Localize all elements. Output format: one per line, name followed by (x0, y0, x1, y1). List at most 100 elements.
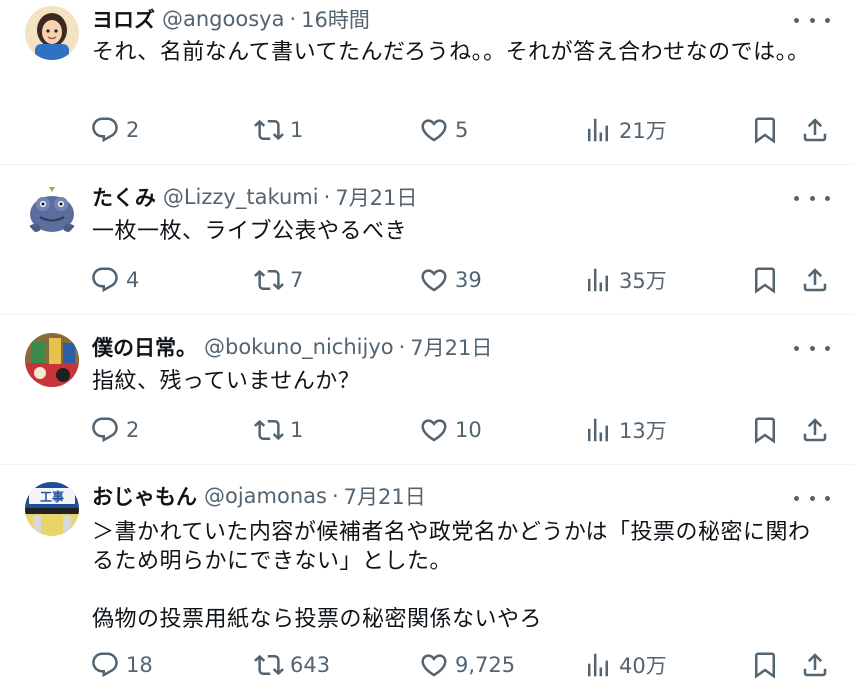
share-icon (803, 418, 827, 442)
user-handle[interactable]: @Lizzy_takumi (163, 185, 319, 209)
avatar[interactable] (25, 6, 79, 60)
like-count: 39 (455, 268, 482, 292)
action-bar: 18 643 9,725 40万 (90, 650, 830, 680)
bookmark-icon (755, 417, 775, 444)
tweet[interactable]: 工事 おじゃもん @ojamonas · 7月21日 ＞書かれていた内容が候補者… (0, 465, 854, 696)
share-button[interactable] (800, 115, 830, 145)
reply-icon (92, 417, 118, 443)
tweet-text: 一枚一枚、ライブ公表やるべき (92, 219, 408, 244)
bookmark-button[interactable] (750, 115, 780, 145)
reply-count: 18 (126, 653, 153, 677)
avatar[interactable] (25, 184, 79, 238)
retweet-icon (254, 419, 284, 441)
more-icon[interactable] (794, 487, 830, 509)
separator-dot: · (331, 484, 339, 508)
reply-count: 2 (126, 118, 140, 142)
reply-button[interactable]: 2 (90, 415, 139, 445)
timestamp[interactable]: 7月21日 (410, 332, 492, 362)
views-button[interactable]: 21万 (583, 115, 667, 145)
retweet-icon (254, 269, 284, 291)
more-icon[interactable] (794, 187, 830, 209)
bookmark-button[interactable] (750, 265, 780, 295)
display-name[interactable]: ヨロズ (92, 4, 155, 34)
bookmark-button[interactable] (750, 650, 780, 680)
tweet-text: それ、名前なんて書いてたんだろうね。。それが答え合わせなのでは。。 (92, 40, 810, 65)
retweet-count: 643 (290, 653, 331, 677)
timestamp[interactable]: 7月21日 (344, 481, 426, 511)
like-icon (421, 419, 447, 442)
separator-dot: · (289, 7, 297, 31)
retweet-button[interactable]: 1 (254, 115, 303, 145)
tweet-header: 僕の日常。 @bokuno_nichijyo · 7月21日 (92, 331, 764, 363)
tweet[interactable]: たくみ @Lizzy_takumi · 7月21日 一枚一枚、ライブ公表やるべき… (0, 165, 854, 315)
like-icon (421, 269, 447, 292)
like-count: 9,725 (455, 653, 516, 677)
share-button[interactable] (800, 415, 830, 445)
display-name[interactable]: おじゃもん (92, 481, 197, 511)
share-icon (803, 268, 827, 292)
retweet-icon (254, 119, 284, 141)
avatar-text: 工事 (40, 489, 64, 504)
reply-button[interactable]: 18 (90, 650, 153, 680)
views-count: 13万 (619, 419, 667, 443)
reply-count: 4 (126, 268, 140, 292)
bookmark-button[interactable] (750, 415, 780, 445)
reply-button[interactable]: 4 (90, 265, 139, 295)
views-icon (588, 653, 608, 677)
avatar[interactable] (25, 333, 79, 387)
views-button[interactable]: 13万 (583, 415, 667, 445)
reply-button[interactable]: 2 (90, 115, 139, 145)
views-count: 21万 (619, 119, 667, 143)
user-handle[interactable]: @angoosya (162, 7, 284, 31)
views-icon (588, 268, 608, 292)
action-bar: 2 1 10 13万 (90, 415, 830, 445)
like-icon (421, 654, 447, 677)
timestamp[interactable]: 7月21日 (335, 182, 417, 212)
retweet-count: 7 (290, 268, 304, 292)
views-icon (588, 118, 608, 142)
action-bar: 4 7 39 35万 (90, 265, 830, 295)
tweet-header: ヨロズ @angoosya · 16時間 (92, 3, 764, 35)
retweet-button[interactable]: 643 (254, 650, 330, 680)
retweet-count: 1 (290, 418, 304, 442)
reply-icon (92, 117, 118, 143)
like-button[interactable]: 39 (419, 265, 482, 295)
like-icon (421, 119, 447, 142)
tweet-header: おじゃもん @ojamonas · 7月21日 (92, 480, 764, 512)
reply-icon (92, 652, 118, 678)
share-button[interactable] (800, 265, 830, 295)
views-count: 35万 (619, 269, 667, 293)
retweet-button[interactable]: 1 (254, 415, 303, 445)
more-icon[interactable] (794, 337, 830, 359)
user-handle[interactable]: @ojamonas (204, 484, 327, 508)
like-count: 10 (455, 418, 482, 442)
share-icon (803, 653, 827, 677)
retweet-icon (254, 654, 284, 676)
tweet[interactable]: ヨロズ @angoosya · 16時間 それ、名前なんて書いてたんだろうね。。… (0, 0, 854, 165)
avatar[interactable]: 工事 (25, 482, 79, 536)
views-button[interactable]: 40万 (583, 650, 667, 680)
tweet-text: 指紋、残っていませんか？ (92, 369, 361, 394)
like-button[interactable]: 10 (419, 415, 482, 445)
bookmark-icon (755, 267, 775, 294)
retweet-button[interactable]: 7 (254, 265, 303, 295)
display-name[interactable]: たくみ (92, 182, 156, 212)
like-button[interactable]: 5 (419, 115, 468, 145)
share-button[interactable] (800, 650, 830, 680)
separator-dot: · (323, 185, 331, 209)
views-button[interactable]: 35万 (583, 265, 667, 295)
reply-count: 2 (126, 418, 140, 442)
user-handle[interactable]: @bokuno_nichijyo (204, 335, 394, 359)
tweet-header: たくみ @Lizzy_takumi · 7月21日 (92, 181, 764, 213)
reply-icon (92, 267, 118, 293)
views-icon (588, 418, 608, 442)
action-bar: 2 1 5 21万 (90, 115, 830, 145)
views-count: 40万 (619, 654, 667, 678)
more-icon[interactable] (794, 9, 830, 31)
tweet[interactable]: 僕の日常。 @bokuno_nichijyo · 7月21日 指紋、残っていませ… (0, 315, 854, 465)
timestamp[interactable]: 16時間 (301, 4, 370, 34)
bookmark-icon (755, 117, 775, 144)
share-icon (803, 118, 827, 142)
like-button[interactable]: 9,725 (419, 650, 515, 680)
display-name[interactable]: 僕の日常。 (92, 332, 197, 362)
